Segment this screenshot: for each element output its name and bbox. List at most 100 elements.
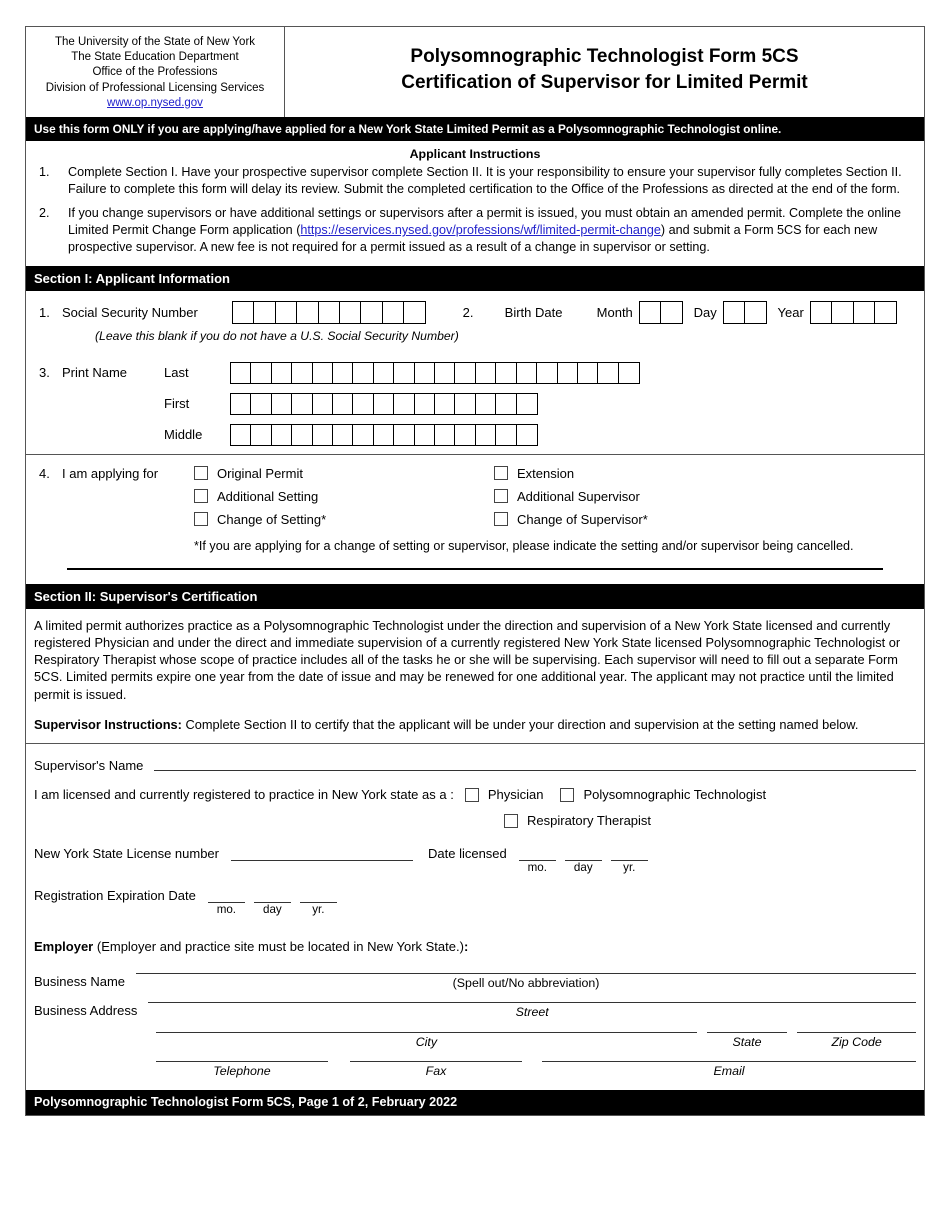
date-licensed-yr[interactable]: yr.	[610, 843, 648, 874]
option-physician[interactable]: Physician	[464, 787, 543, 802]
state-input[interactable]	[706, 1032, 788, 1034]
first-name-cell[interactable]	[393, 392, 416, 415]
ssn-cell[interactable]	[232, 300, 255, 324]
city-field[interactable]: City	[156, 1032, 697, 1049]
ssn-cell[interactable]	[360, 300, 384, 324]
last-name-cell[interactable]	[230, 361, 252, 384]
date-licensed-day-input[interactable]	[564, 843, 602, 862]
option-respiratory-therapist[interactable]: Respiratory Therapist	[504, 813, 916, 828]
last-name-cell[interactable]	[291, 361, 314, 384]
middle-name-cell[interactable]	[311, 423, 334, 446]
street-field[interactable]: Street	[148, 1002, 916, 1019]
option-extension[interactable]: Extension	[494, 466, 794, 481]
birth-year-cell[interactable]	[809, 300, 833, 324]
last-name-cell[interactable]	[250, 361, 273, 384]
last-name-cell[interactable]	[393, 361, 416, 384]
checkbox-additional-supervisor[interactable]	[494, 489, 508, 504]
reg-exp-mo-input[interactable]	[207, 885, 245, 904]
zip-field[interactable]: Zip Code	[797, 1032, 916, 1049]
business-name-input[interactable]	[136, 973, 916, 975]
ssn-cell[interactable]	[381, 300, 405, 324]
reg-exp-yr-input[interactable]	[299, 885, 337, 904]
checkbox-extension[interactable]	[494, 466, 508, 481]
last-name-cell[interactable]	[270, 361, 293, 384]
option-change-of-supervisor[interactable]: Change of Supervisor*	[494, 512, 794, 527]
option-polysomnographic-technologist[interactable]: Polysomnographic Technologist	[560, 787, 766, 802]
telephone-input[interactable]	[156, 1061, 328, 1063]
first-name-cell[interactable]	[372, 392, 395, 415]
ssn-cell[interactable]	[296, 300, 320, 324]
date-licensed-yr-input[interactable]	[610, 843, 648, 862]
last-name-cell[interactable]	[454, 361, 477, 384]
ssn-cell[interactable]	[317, 300, 341, 324]
middle-name-cell[interactable]	[474, 423, 497, 446]
middle-name-cell[interactable]	[332, 423, 355, 446]
date-licensed-mo-input[interactable]	[518, 843, 556, 862]
middle-name-cell[interactable]	[495, 423, 518, 446]
middle-name-cell[interactable]	[454, 423, 477, 446]
ssn-cell[interactable]	[253, 300, 277, 324]
reg-exp-day-input[interactable]	[253, 885, 291, 904]
birth-year-cell[interactable]	[874, 300, 898, 324]
option-original-permit[interactable]: Original Permit	[194, 466, 494, 481]
zip-input[interactable]	[797, 1032, 916, 1034]
first-name-cell[interactable]	[250, 392, 273, 415]
first-name-cell[interactable]	[495, 392, 518, 415]
middle-name-cell[interactable]	[413, 423, 436, 446]
last-name-cell[interactable]	[311, 361, 334, 384]
last-name-cell[interactable]	[434, 361, 457, 384]
license-number-input[interactable]	[231, 860, 413, 862]
birth-year-input[interactable]	[809, 300, 898, 324]
last-name-cell[interactable]	[515, 361, 538, 384]
last-name-input-boxes[interactable]	[230, 361, 640, 384]
reg-exp-day[interactable]: day	[253, 885, 291, 916]
last-name-cell[interactable]	[413, 361, 436, 384]
last-name-cell[interactable]	[617, 361, 640, 384]
fax-input[interactable]	[350, 1061, 522, 1063]
street-input[interactable]	[148, 1002, 916, 1004]
birth-day-input[interactable]	[722, 300, 768, 324]
birth-year-cell[interactable]	[852, 300, 876, 324]
middle-name-cell[interactable]	[291, 423, 314, 446]
middle-name-cell[interactable]	[372, 423, 395, 446]
telephone-field[interactable]: Telephone	[156, 1061, 328, 1078]
first-name-cell[interactable]	[515, 392, 538, 415]
middle-name-cell[interactable]	[515, 423, 538, 446]
reg-exp-yr[interactable]: yr.	[299, 885, 337, 916]
ssn-cell[interactable]	[403, 300, 427, 324]
middle-name-cell[interactable]	[250, 423, 273, 446]
email-field[interactable]: Email	[542, 1061, 916, 1078]
checkbox-additional-setting[interactable]	[194, 489, 208, 504]
last-name-cell[interactable]	[495, 361, 518, 384]
middle-name-cell[interactable]	[393, 423, 416, 446]
option-additional-setting[interactable]: Additional Setting	[194, 489, 494, 504]
last-name-cell[interactable]	[372, 361, 395, 384]
checkbox-change-of-supervisor[interactable]	[494, 512, 508, 527]
birth-month-cell[interactable]	[638, 300, 662, 324]
middle-name-cell[interactable]	[270, 423, 293, 446]
last-name-cell[interactable]	[332, 361, 355, 384]
first-name-cell[interactable]	[270, 392, 293, 415]
option-change-of-setting[interactable]: Change of Setting*	[194, 512, 494, 527]
supervisor-name-input[interactable]	[154, 770, 916, 772]
first-name-cell[interactable]	[434, 392, 457, 415]
checkbox-respiratory-therapist[interactable]	[504, 813, 518, 828]
agency-website-link[interactable]: www.op.nysed.gov	[107, 97, 203, 109]
ssn-cell[interactable]	[339, 300, 363, 324]
option-additional-supervisor[interactable]: Additional Supervisor	[494, 489, 794, 504]
first-name-cell[interactable]	[454, 392, 477, 415]
last-name-cell[interactable]	[576, 361, 599, 384]
middle-name-cell[interactable]	[434, 423, 457, 446]
checkbox-physician[interactable]	[464, 787, 479, 802]
last-name-cell[interactable]	[597, 361, 620, 384]
date-licensed-mo[interactable]: mo.	[518, 843, 556, 874]
checkbox-original-permit[interactable]	[194, 466, 208, 481]
first-name-cell[interactable]	[291, 392, 314, 415]
cancellation-write-in-line[interactable]	[67, 567, 883, 570]
first-name-cell[interactable]	[413, 392, 436, 415]
date-licensed-day[interactable]: day	[564, 843, 602, 874]
business-name-field[interactable]: (Spell out/No abbreviation)	[136, 973, 916, 990]
limited-permit-change-link[interactable]: https://eservices.nysed.gov/professions/…	[300, 223, 660, 237]
ssn-cell[interactable]	[274, 300, 298, 324]
state-field[interactable]: State	[706, 1032, 788, 1049]
